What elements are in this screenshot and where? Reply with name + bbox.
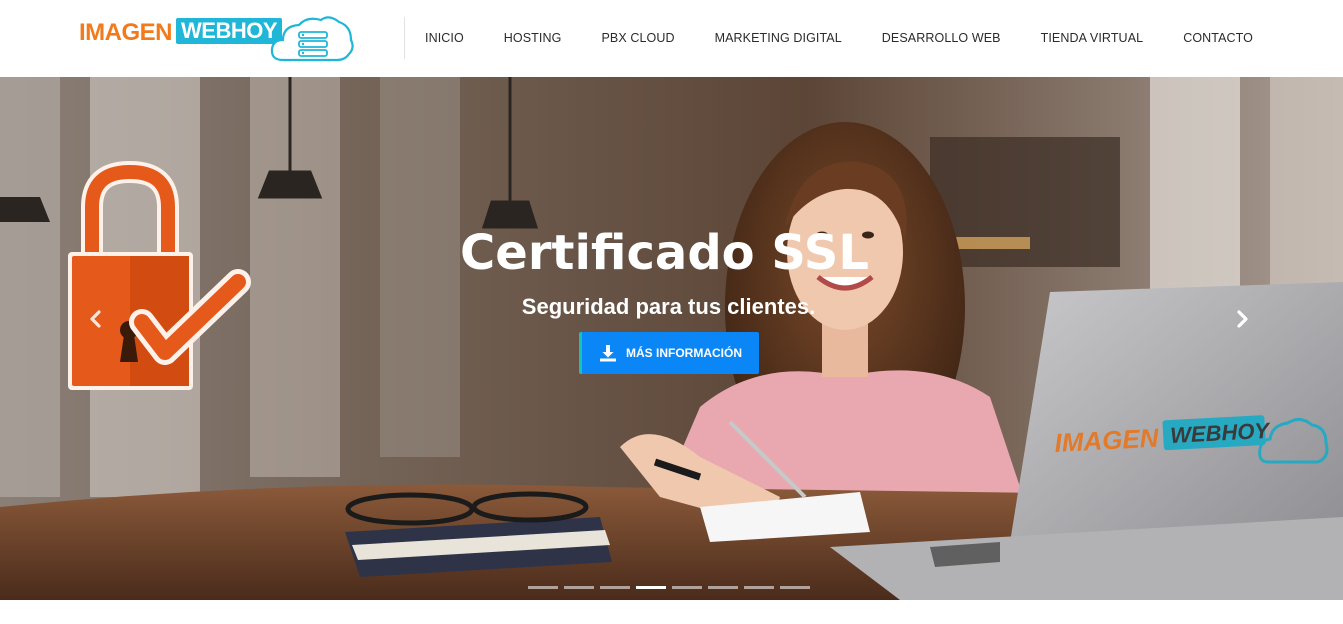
- hero-subtitle: Seguridad para tus clientes.: [521, 294, 816, 319]
- slide-indicator-3[interactable]: [600, 586, 630, 589]
- hero-slider: IMAGEN WEBHOY Certificado SSL Seguridad …: [0, 77, 1343, 600]
- nav-item-inicio[interactable]: INICIO: [425, 30, 464, 46]
- slide-indicator-2[interactable]: [564, 586, 594, 589]
- more-info-button[interactable]: MÁS INFORMACIÓN: [579, 332, 759, 374]
- chevron-left-icon[interactable]: [84, 307, 108, 331]
- cloud-server-icon: [270, 16, 354, 62]
- slide-indicator-5[interactable]: [672, 586, 702, 589]
- logo-webhoy-text: WEBHOY: [176, 18, 282, 44]
- chevron-right-icon[interactable]: [1230, 307, 1254, 331]
- main-nav: INICIO HOSTING PBX CLOUD MARKETING DIGIT…: [425, 30, 1293, 46]
- nav-item-tienda-virtual[interactable]: TIENDA VIRTUAL: [1041, 30, 1144, 46]
- slide-indicator-1[interactable]: [528, 586, 558, 589]
- nav-item-pbx-cloud[interactable]: PBX CLOUD: [601, 30, 674, 46]
- download-icon: [600, 345, 616, 362]
- nav-item-contacto[interactable]: CONTACTO: [1183, 30, 1253, 46]
- nav-item-desarrollo-web[interactable]: DESARROLLO WEB: [882, 30, 1001, 46]
- slide-indicators: [528, 586, 816, 589]
- slide-indicator-8[interactable]: [780, 586, 810, 589]
- nav-item-hosting[interactable]: HOSTING: [504, 30, 562, 46]
- slide-indicator-7[interactable]: [744, 586, 774, 589]
- nav-item-marketing-digital[interactable]: MARKETING DIGITAL: [715, 30, 842, 46]
- page-content-start: [0, 600, 1343, 624]
- laptop-logo-webhoy: WEBHOY: [1170, 418, 1272, 448]
- laptop-logo-imagen: IMAGEN: [1054, 423, 1161, 458]
- hero-title: Certificado SSL: [460, 225, 869, 281]
- nav-divider: [404, 17, 405, 59]
- more-info-label: MÁS INFORMACIÓN: [626, 346, 742, 360]
- slide-indicator-4[interactable]: [636, 586, 666, 589]
- brand-logo[interactable]: IMAGEN WEBHOY: [79, 14, 355, 64]
- slide-indicator-6[interactable]: [708, 586, 738, 589]
- logo-imagen-text: IMAGEN: [79, 19, 173, 46]
- site-header: IMAGEN WEBHOY INICIO HOSTING PBX CLOUD M…: [0, 0, 1343, 77]
